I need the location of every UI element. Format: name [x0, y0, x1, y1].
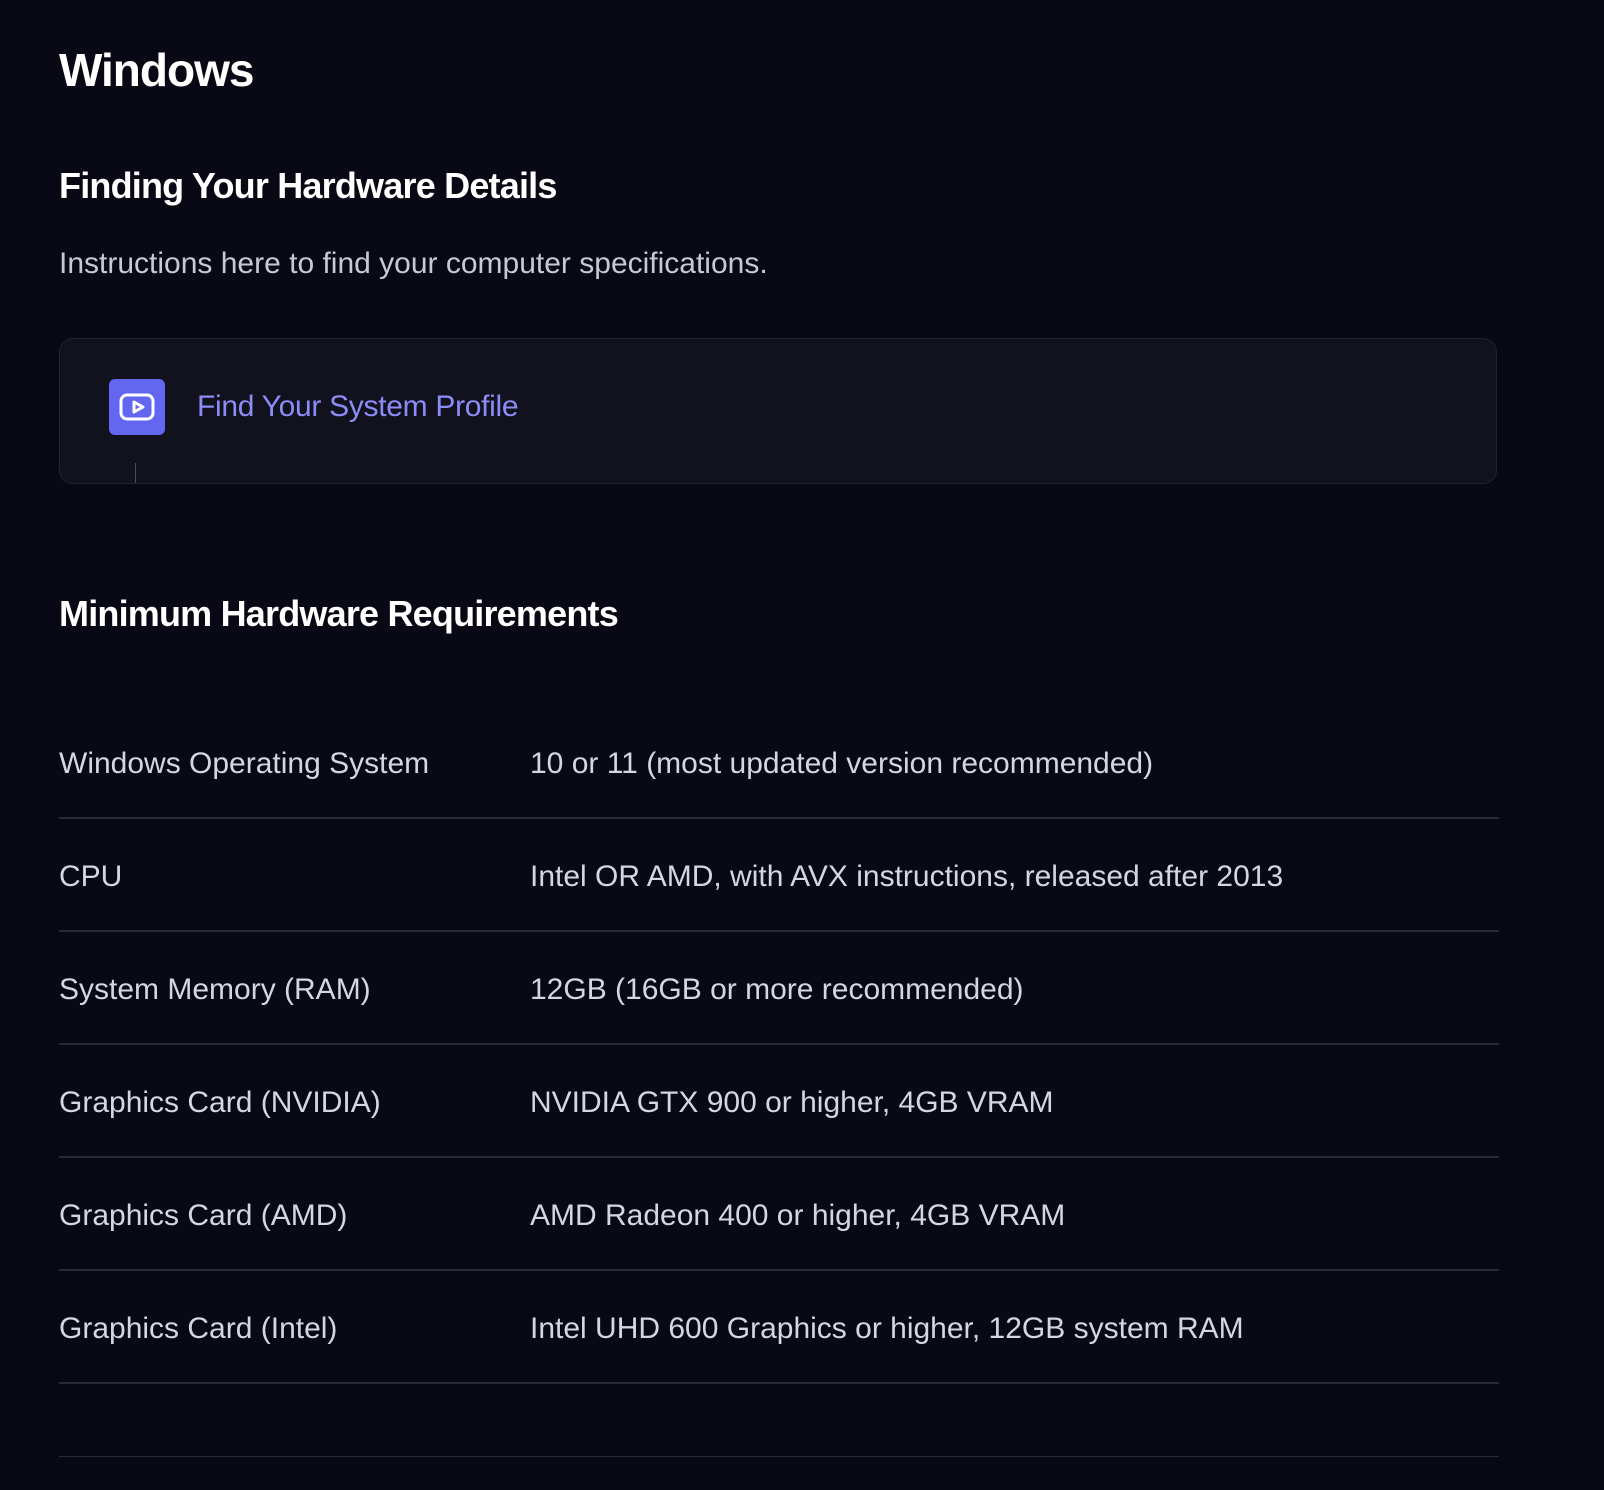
- table-row: Windows Operating System 10 or 11 (most …: [59, 706, 1499, 819]
- requirement-label: CPU: [59, 860, 123, 893]
- page-title: Windows: [59, 44, 254, 96]
- find-system-profile-link[interactable]: Find Your System Profile: [197, 387, 519, 427]
- requirement-value: Intel OR AMD, with AVX instructions, rel…: [530, 860, 1284, 893]
- requirement-label: Graphics Card (Intel): [59, 1312, 338, 1345]
- requirement-label: System Memory (RAM): [59, 973, 371, 1006]
- requirement-label: Windows Operating System: [59, 747, 430, 780]
- requirement-label: Graphics Card (NVIDIA): [59, 1086, 381, 1119]
- minimum-requirements-heading: Minimum Hardware Requirements: [59, 593, 619, 634]
- system-profile-card[interactable]: Find Your System Profile: [59, 338, 1497, 484]
- hardware-details-heading: Finding Your Hardware Details: [59, 165, 557, 206]
- table-row: Graphics Card (AMD) AMD Radeon 400 or hi…: [59, 1158, 1499, 1271]
- requirements-table: Windows Operating System 10 or 11 (most …: [59, 706, 1499, 1384]
- requirement-label: Graphics Card (AMD): [59, 1199, 348, 1232]
- table-row: CPU Intel OR AMD, with AVX instructions,…: [59, 819, 1499, 932]
- table-row: Graphics Card (Intel) Intel UHD 600 Grap…: [59, 1271, 1499, 1384]
- table-row: Graphics Card (NVIDIA) NVIDIA GTX 900 or…: [59, 1045, 1499, 1158]
- hardware-details-intro: Instructions here to find your computer …: [59, 247, 768, 280]
- requirement-value: 12GB (16GB or more recommended): [530, 973, 1024, 1006]
- card-divider-tick: [135, 463, 136, 483]
- requirement-value: Intel UHD 600 Graphics or higher, 12GB s…: [530, 1312, 1244, 1345]
- table-row: System Memory (RAM) 12GB (16GB or more r…: [59, 932, 1499, 1045]
- requirement-value: NVIDIA GTX 900 or higher, 4GB VRAM: [530, 1086, 1054, 1119]
- requirement-value: AMD Radeon 400 or higher, 4GB VRAM: [530, 1199, 1066, 1232]
- table-bottom-divider: [59, 1456, 1499, 1457]
- video-play-icon: [109, 379, 165, 435]
- requirement-value: 10 or 11 (most updated version recommend…: [530, 747, 1154, 780]
